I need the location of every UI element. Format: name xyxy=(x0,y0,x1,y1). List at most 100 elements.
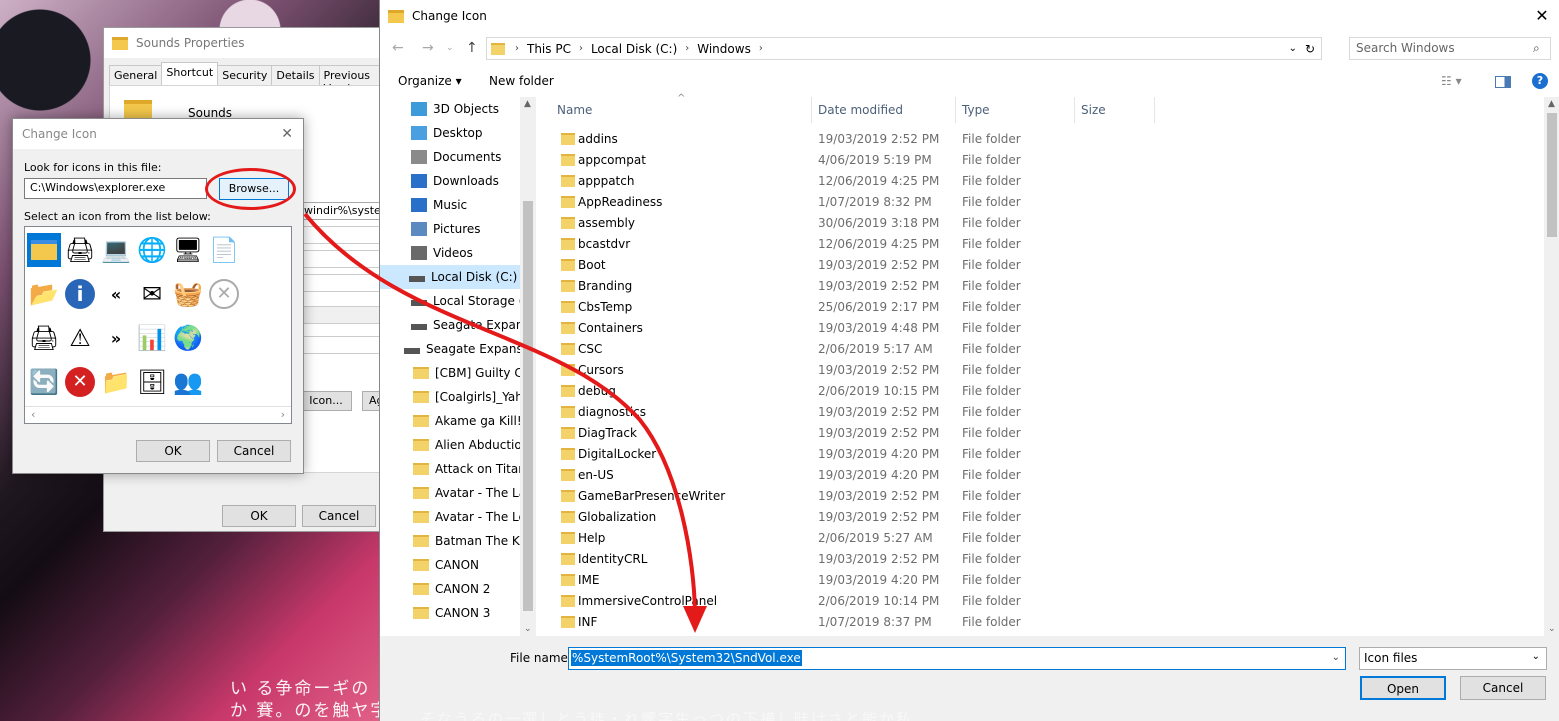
scroll-up-icon[interactable]: ▲ xyxy=(524,99,531,109)
chart-window-icon[interactable]: 📊 xyxy=(135,321,169,355)
file-row[interactable]: INF 1/07/2019 8:37 PM File folder xyxy=(557,612,1377,633)
users-icon[interactable]: 👥 xyxy=(171,365,205,399)
nav-item-15[interactable]: Attack on Titan S xyxy=(413,457,536,481)
nav-item-8[interactable]: Local Storage (D xyxy=(411,289,533,313)
nav-item-11[interactable]: [CBM] Guilty Cro xyxy=(413,361,535,385)
refresh-icon[interactable]: ↻ xyxy=(1305,42,1315,56)
scroll-down-icon[interactable]: ⌄ xyxy=(1548,624,1556,634)
nav-item-13[interactable]: Akame ga Kill! [7 xyxy=(413,409,536,433)
target-field[interactable]: windir%\system3 xyxy=(300,202,382,220)
column-date-modified[interactable]: Date modified xyxy=(812,97,956,123)
shopping-basket-icon[interactable]: 🧺 xyxy=(171,277,205,311)
new-folder-button[interactable]: New folder xyxy=(489,74,554,88)
file-list-scrollbar[interactable]: ▲ ⌄ xyxy=(1544,97,1559,636)
nav-item-9[interactable]: Seagate Expansio xyxy=(411,313,536,337)
column-type[interactable]: Type xyxy=(956,97,1075,123)
document-blocked-icon[interactable]: 📄 xyxy=(207,233,241,267)
shortcut-key-field[interactable] xyxy=(300,250,382,268)
sounds-cancel-button[interactable]: Cancel xyxy=(302,505,376,527)
file-row[interactable]: IME 19/03/2019 4:20 PM File folder xyxy=(557,570,1377,591)
icon-list[interactable]: 🖨 💻 🌐 🖥 📄 📂 i « ✉ 🧺 ✕ 🖨 ⚠ » 📊 🌍 🔄 ✕ 📁 🗄 … xyxy=(24,226,292,424)
file-row[interactable]: apppatch 12/06/2019 4:25 PM File folder xyxy=(557,171,1377,192)
nav-item-3[interactable]: Downloads xyxy=(411,169,499,193)
file-row[interactable]: Globalization 19/03/2019 2:52 PM File fold… xyxy=(557,507,1377,528)
chevron-down-icon[interactable]: ⌄ xyxy=(1331,651,1341,664)
refresh-doc-icon[interactable]: 🔄 xyxy=(27,365,61,399)
nav-item-4[interactable]: Music xyxy=(411,193,467,217)
envelope-icon[interactable]: ✉ xyxy=(135,277,169,311)
tab-previous-versions[interactable]: Previous Versi xyxy=(318,65,385,95)
info-icon[interactable]: i xyxy=(63,277,97,311)
file-scrollbar-thumb[interactable] xyxy=(1547,113,1557,237)
dialog-title-bar[interactable]: Change Icon xyxy=(380,0,1559,32)
file-row[interactable]: debug 2/06/2019 10:15 PM File folder xyxy=(557,381,1377,402)
printer-icon[interactable]: 🖨 xyxy=(27,321,61,355)
file-row[interactable]: CSC 2/06/2019 5:17 AM File folder xyxy=(557,339,1377,360)
file-row[interactable]: ImmersiveControlPanel 2/06/2019 10:14 PM F… xyxy=(557,591,1377,612)
file-row[interactable]: appcompat 4/06/2019 5:19 PM File folder xyxy=(557,150,1377,171)
computer-icon[interactable]: 💻 xyxy=(99,233,133,267)
rewind-icon[interactable]: « xyxy=(99,277,133,311)
file-row[interactable]: Help 2/06/2019 5:27 AM File folder xyxy=(557,528,1377,549)
file-row[interactable]: DiagTrack 19/03/2019 2:52 PM File folder xyxy=(557,423,1377,444)
error-icon[interactable]: ✕ xyxy=(63,365,97,399)
file-row[interactable]: Cursors 19/03/2019 2:52 PM File folder xyxy=(557,360,1377,381)
breadcrumb-local-disk[interactable]: Local Disk (C:) xyxy=(591,42,677,56)
preview-pane-icon[interactable] xyxy=(1495,76,1511,88)
change-icon-title-bar[interactable]: Change Icon ✕ xyxy=(13,119,303,149)
search-input[interactable]: Search Windows xyxy=(1349,37,1551,60)
file-row[interactable]: IdentityCRL 19/03/2019 2:52 PM File folder xyxy=(557,549,1377,570)
file-row[interactable]: Branding 19/03/2019 2:52 PM File folder xyxy=(557,276,1377,297)
breadcrumb-separator-icon[interactable]: › xyxy=(685,43,689,54)
extra-field[interactable] xyxy=(300,336,382,354)
nav-item-18[interactable]: Batman The Killi xyxy=(413,529,533,553)
nav-item-16[interactable]: Avatar - The Last xyxy=(413,481,536,505)
scroll-right-icon[interactable]: › xyxy=(281,407,285,423)
column-size[interactable]: Size xyxy=(1075,97,1155,123)
breadcrumb-windows[interactable]: Windows xyxy=(697,42,751,56)
view-options-icon[interactable]: ☷ ▾ xyxy=(1441,74,1462,88)
nav-item-17[interactable]: Avatar - The Leg xyxy=(413,505,534,529)
change-icon-cancel-button[interactable]: Cancel xyxy=(217,440,291,462)
file-row[interactable]: DigitalLocker 19/03/2019 4:20 PM File fold… xyxy=(557,444,1377,465)
explorer-folder-icon[interactable] xyxy=(27,233,61,267)
back-icon[interactable]: ← xyxy=(392,40,404,56)
nav-item-20[interactable]: CANON 2 xyxy=(413,577,490,601)
nav-item-0[interactable]: 3D Objects xyxy=(411,97,499,121)
breadcrumb-separator-icon[interactable]: › xyxy=(759,43,763,54)
nav-item-1[interactable]: Desktop xyxy=(411,121,483,145)
sounds-title-bar[interactable]: Sounds Properties xyxy=(104,28,384,58)
close-icon[interactable]: ✕ xyxy=(1525,0,1559,32)
nav-item-6[interactable]: Videos xyxy=(411,241,473,265)
navigation-pane[interactable]: 3D Objects Desktop Documents Downloads Music… xyxy=(380,97,536,636)
nav-scrollbar-thumb[interactable] xyxy=(523,201,533,611)
help-icon[interactable]: ? xyxy=(1532,73,1548,89)
nav-scrollbar[interactable]: ▲ ⌄ xyxy=(520,97,536,636)
address-bar[interactable]: › This PC › Local Disk (C:) › Windows › … xyxy=(486,37,1322,60)
chevron-down-icon[interactable]: ⌄ xyxy=(1532,651,1540,662)
icon-file-path-input[interactable]: C:\Windows\explorer.exe xyxy=(24,178,207,199)
nav-item-14[interactable]: Alien Abduction xyxy=(413,433,529,457)
file-row[interactable]: bcastdvr 12/06/2019 4:25 PM File folder xyxy=(557,234,1377,255)
tab-security[interactable]: Security xyxy=(217,65,273,86)
tab-shortcut[interactable]: Shortcut xyxy=(161,62,219,86)
sounds-ok-button[interactable]: OK xyxy=(222,505,296,527)
address-dropdown-icon[interactable]: ⌄ xyxy=(1289,43,1297,54)
folder-up-icon[interactable]: 📂 xyxy=(27,277,61,311)
file-row[interactable]: en-US 19/03/2019 4:20 PM File folder xyxy=(557,465,1377,486)
change-icon-button[interactable]: Icon... xyxy=(300,391,352,411)
server-list-icon[interactable]: 🗄 xyxy=(135,365,169,399)
file-row[interactable]: Boot 19/03/2019 2:52 PM File folder xyxy=(557,255,1377,276)
folder-icon[interactable]: 📁 xyxy=(99,365,133,399)
start-in-field[interactable] xyxy=(300,226,382,244)
nav-item-21[interactable]: CANON 3 xyxy=(413,601,490,625)
cancel-button[interactable]: Cancel xyxy=(1460,676,1546,700)
organize-menu[interactable]: Organize ▾ xyxy=(398,74,462,88)
file-row[interactable]: GameBarPresenceWriter 19/03/2019 2:52 PM F… xyxy=(557,486,1377,507)
nav-item-12[interactable]: [Coalgirls]_Yahar xyxy=(413,385,535,409)
file-row[interactable]: addins 19/03/2019 2:52 PM File folder xyxy=(557,129,1377,150)
monitor-icon[interactable]: 🖥 xyxy=(171,233,205,267)
fast-forward-icon[interactable]: » xyxy=(99,321,133,355)
up-arrow-icon[interactable]: ↑ xyxy=(466,40,478,56)
globe-icon[interactable]: 🌐 xyxy=(135,233,169,267)
